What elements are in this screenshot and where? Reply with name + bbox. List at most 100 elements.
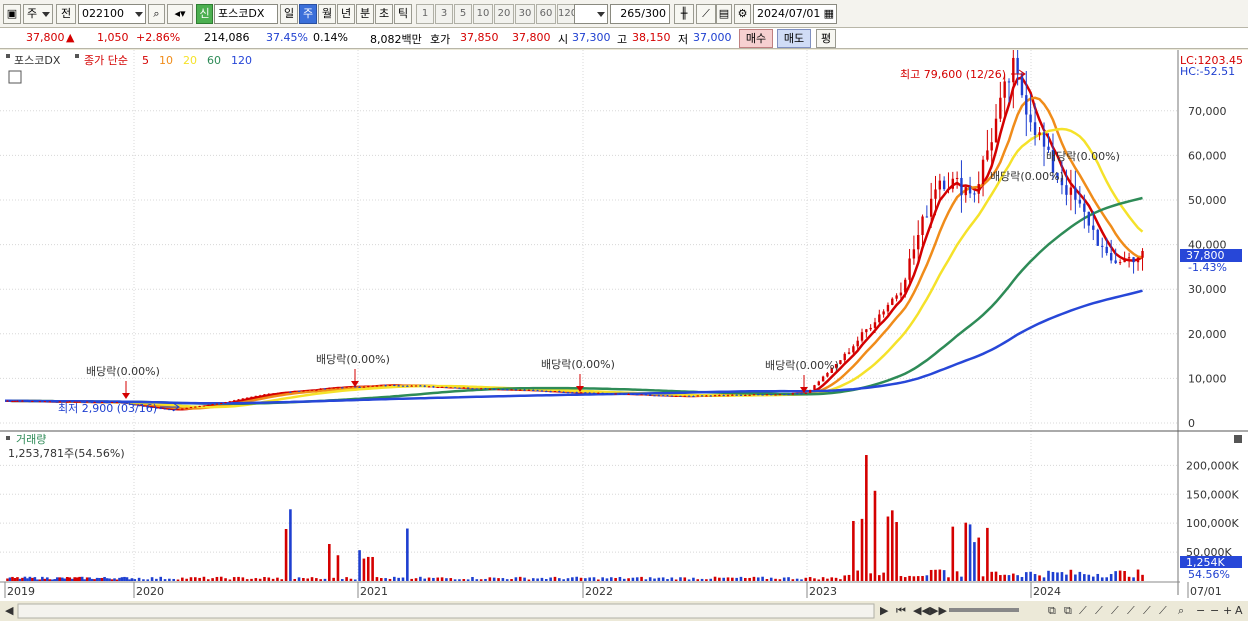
candle-body (254, 395, 258, 397)
next-page-icon[interactable]: ▶▶ (930, 604, 947, 617)
quote-volume: 214,086 (204, 31, 250, 44)
legend-ma-period: 120 (231, 54, 252, 67)
plus-icon[interactable]: + (1223, 604, 1232, 617)
candle-body (990, 142, 993, 151)
volume-bar (787, 577, 790, 581)
candle-body (636, 394, 639, 396)
table-icon[interactable] (8, 70, 22, 84)
candle-body (471, 388, 474, 390)
volume-bar (323, 578, 327, 581)
legend-ma-period: 10 (159, 54, 173, 67)
candle-body (302, 390, 305, 392)
period-button[interactable]: 틱 (394, 4, 412, 24)
candle-body (1123, 258, 1126, 263)
volume-bar (133, 579, 137, 581)
period-button[interactable]: 일 (280, 4, 298, 24)
count-field[interactable]: 265/300 (610, 4, 670, 24)
scale-icon[interactable]: ⟋ (1127, 604, 1135, 617)
volume-bar (1051, 571, 1055, 581)
volume-bar (105, 578, 109, 581)
volume-bar (137, 577, 141, 581)
volume-bar (150, 577, 154, 581)
scale-icon[interactable]: ⟋ (1079, 604, 1087, 617)
interval-button[interactable]: 1 (416, 4, 434, 24)
volume-bar (847, 574, 851, 581)
period-button[interactable]: 월 (318, 4, 336, 24)
volume-bar (406, 528, 409, 581)
y-tick-label: 30,000 (1188, 283, 1227, 296)
first-page-icon[interactable]: ⏮ (896, 604, 906, 617)
search-icon[interactable]: ⌕ (148, 4, 165, 24)
interval-button[interactable]: 30 (515, 4, 535, 24)
sell-button[interactable]: 매도 (777, 29, 811, 48)
volume-bar (276, 577, 279, 581)
candle-body (492, 388, 496, 390)
prev-button[interactable]: 전 (56, 4, 76, 24)
calendar-icon[interactable]: ▦ (824, 5, 834, 23)
volume-bar (1105, 577, 1109, 581)
interval-button[interactable]: 10 (473, 4, 493, 24)
minus-icon[interactable]: − (1196, 604, 1205, 617)
volume-bar (353, 579, 357, 581)
candle-body (181, 408, 184, 410)
volume-bar (328, 543, 331, 581)
scale-icon[interactable]: ⟋ (1159, 604, 1167, 617)
period-button[interactable]: 분 (356, 4, 374, 24)
interval-input[interactable] (574, 4, 608, 24)
window-icon[interactable]: ⧉ (1064, 604, 1072, 617)
prev-page-icon[interactable]: ◀◀ (913, 604, 930, 617)
candle-body (960, 177, 963, 196)
window-icon[interactable]: ▣ (3, 4, 21, 24)
volume-bar (1007, 575, 1011, 581)
volume-bar (571, 577, 574, 581)
scrollbar-track[interactable] (17, 603, 875, 619)
volume-bar (674, 579, 678, 581)
volume-bar (938, 569, 942, 581)
period-button[interactable]: 주 (299, 4, 317, 24)
candle-body (1007, 81, 1011, 83)
chart-panel[interactable]: 포스코DX 종가 단순 5 10 20 60 120 LC:1203.45 HC:-52… (0, 50, 1248, 621)
volume-bar (26, 578, 29, 581)
candle-type-icon[interactable]: ╫ (674, 4, 694, 24)
period-button[interactable]: 초 (375, 4, 393, 24)
minus-icon[interactable]: − (1210, 604, 1219, 617)
scale-icon[interactable]: ⟋ (1095, 604, 1103, 617)
close-icon[interactable] (1234, 435, 1242, 443)
volume-bar (1012, 573, 1015, 581)
zoom-icon[interactable]: ⌕ (1178, 604, 1184, 617)
interval-button[interactable]: 3 (435, 4, 453, 24)
scroll-right-icon[interactable]: ▶ (880, 604, 889, 617)
scale-icon[interactable]: ⟋ (1111, 604, 1119, 617)
volume-bar (68, 577, 72, 581)
font-size-icon[interactable]: A (1235, 604, 1243, 617)
volume-bar (523, 577, 526, 581)
legend-hc: HC:-52.51 (1180, 65, 1235, 78)
save-icon[interactable]: ▤ (716, 4, 732, 24)
date-field[interactable]: 2024/07/01 ▦ (753, 4, 837, 24)
interval-button[interactable]: 5 (454, 4, 472, 24)
stock-name-field[interactable]: 포스코DX (214, 4, 278, 24)
interval-button[interactable]: 20 (494, 4, 514, 24)
volume-bar (942, 570, 946, 581)
chart-svg[interactable]: 포스코DX 종가 단순 5 10 20 60 120 LC:1203.45 HC:-52… (0, 50, 1248, 621)
window-icon[interactable]: ⧉ (1048, 604, 1056, 617)
candle-body (808, 389, 812, 393)
scale-icon[interactable]: ⟋ (1143, 604, 1151, 617)
volume-bar (176, 579, 180, 581)
buy-button[interactable]: 매수 (739, 29, 773, 48)
candle-body (423, 385, 426, 387)
scroll-left-icon[interactable]: ◀ (5, 604, 14, 617)
candle-body (882, 311, 885, 315)
period-mode-select[interactable]: 주 (23, 4, 53, 24)
line-tool-icon[interactable]: ⟋ (696, 4, 716, 24)
zoom-slider[interactable] (949, 608, 1019, 612)
speaker-icon[interactable]: ◂▾ (167, 4, 193, 24)
eval-button[interactable]: 평 (816, 29, 836, 48)
interval-button[interactable]: 60 (536, 4, 556, 24)
candle-body (817, 381, 820, 386)
candle-body (13, 400, 17, 402)
volume-bar (986, 527, 989, 581)
stock-code-input[interactable]: 022100 (78, 4, 146, 24)
period-button[interactable]: 년 (337, 4, 355, 24)
gear-icon[interactable]: ⚙ (734, 4, 751, 24)
